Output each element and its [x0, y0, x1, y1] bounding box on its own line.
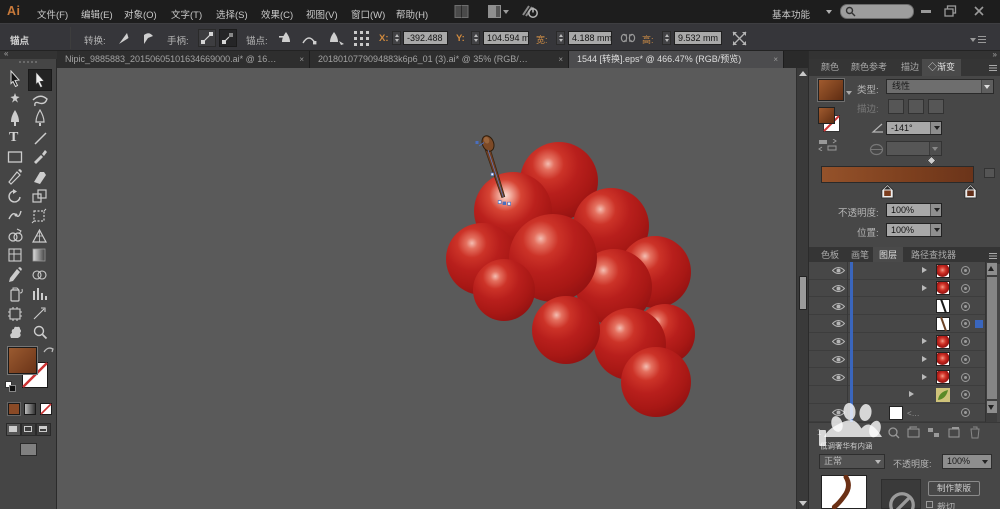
svg-text:低调奢华有内涵: 低调奢华有内涵 [820, 441, 873, 451]
